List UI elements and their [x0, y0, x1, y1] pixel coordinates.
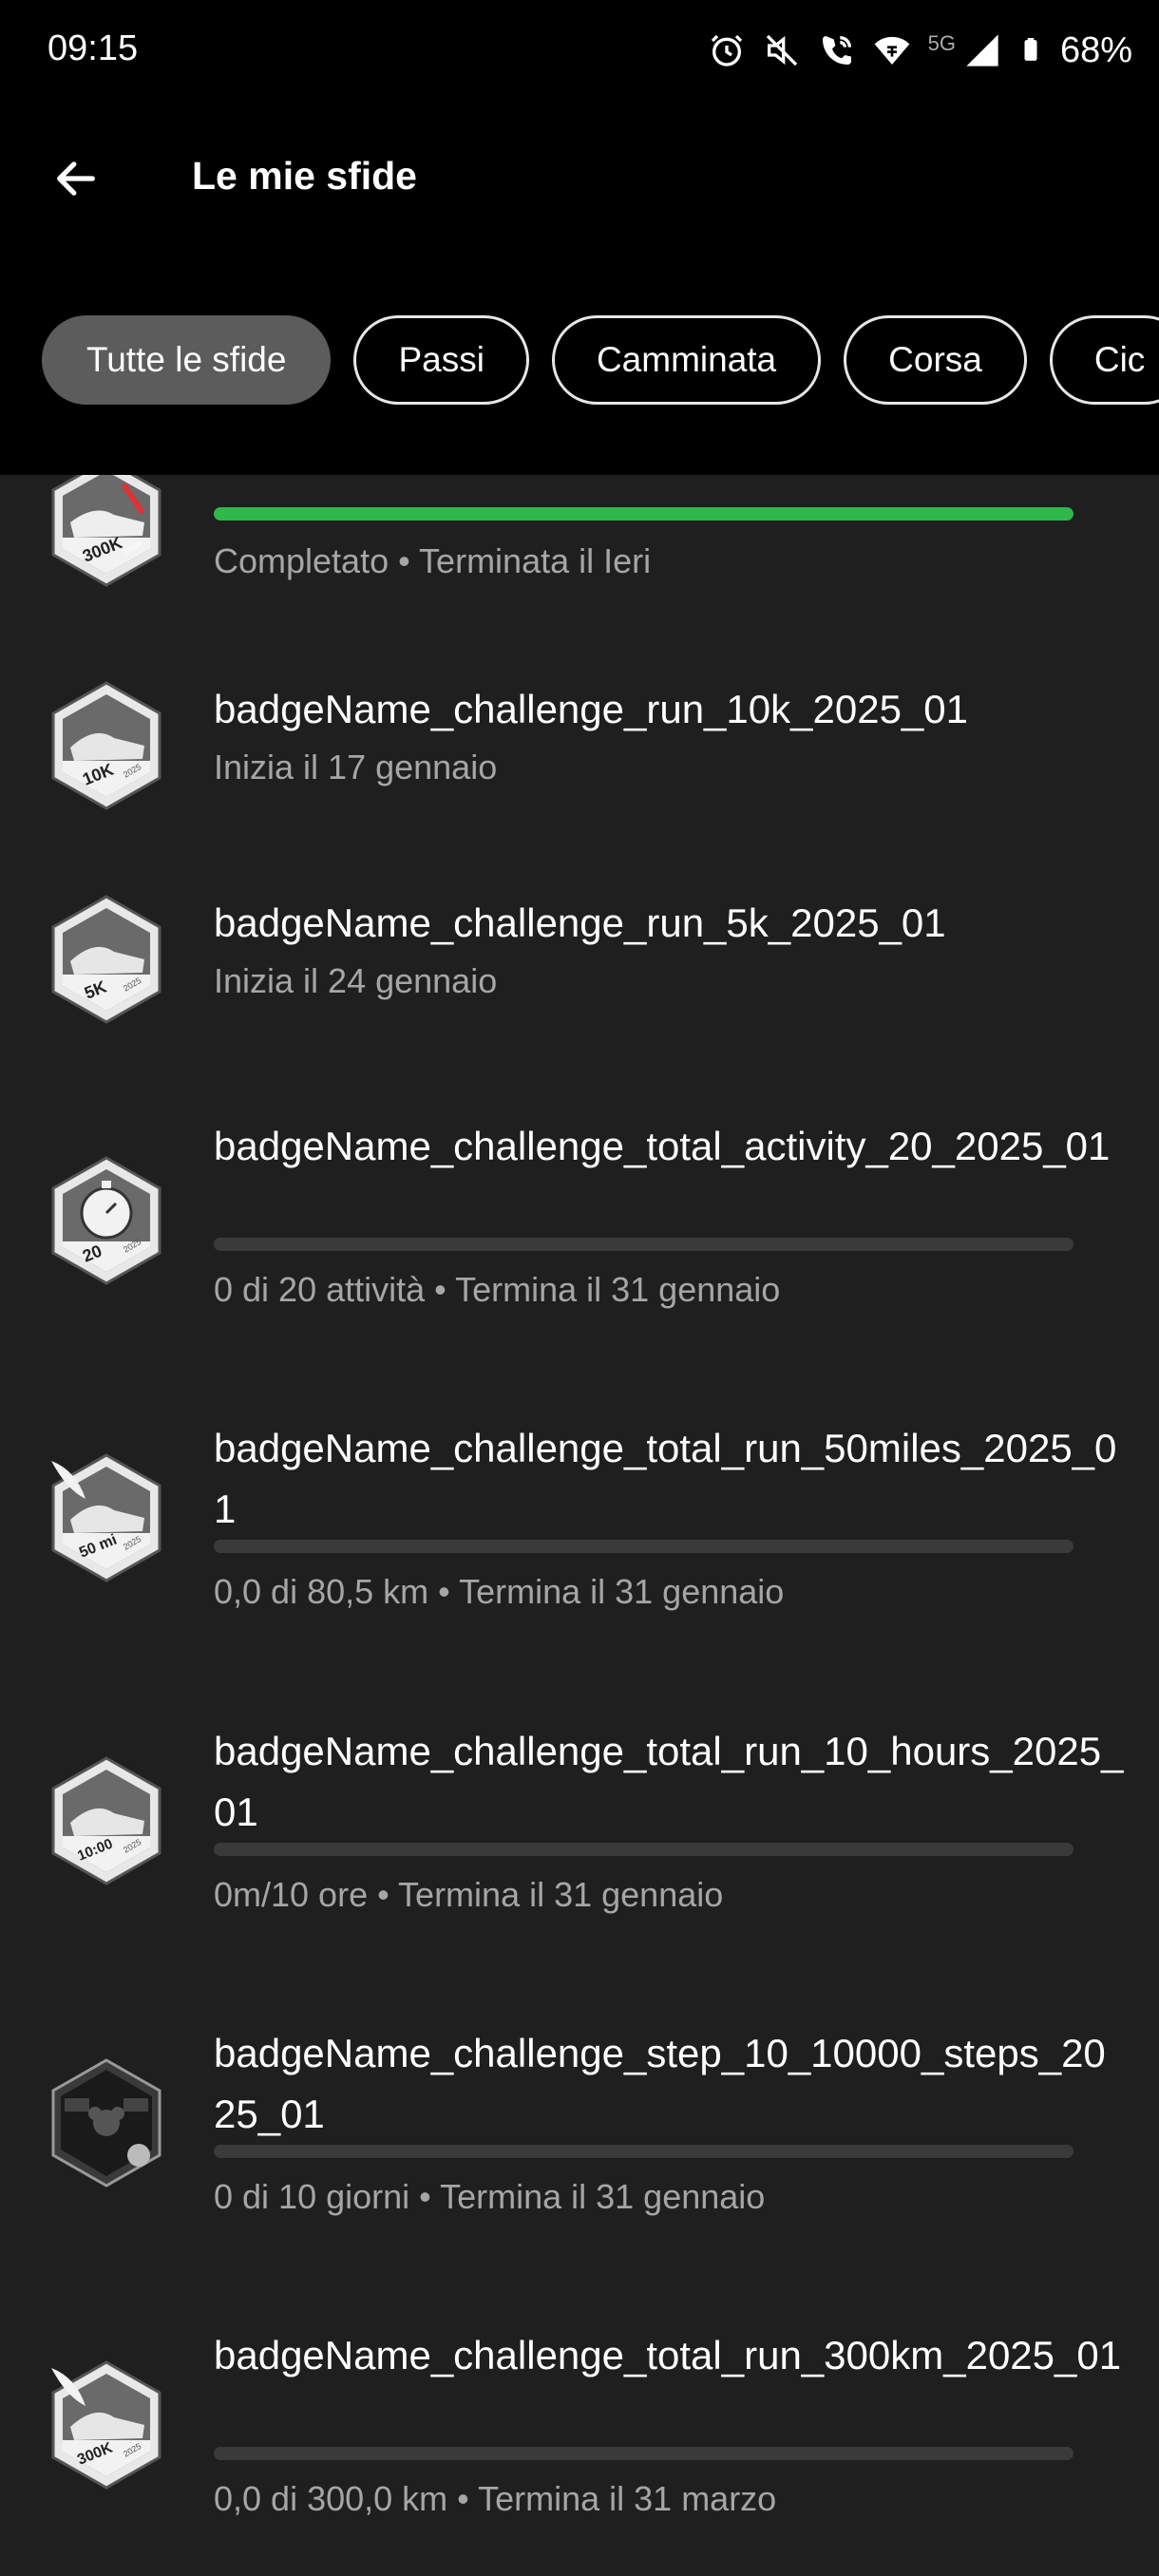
challenge-title: Corsa 2024 - Parte 4	[214, 475, 1126, 488]
wifi-icon	[874, 36, 909, 65]
challenge-title: badgeName_challenge_total_run_300km_2025…	[214, 2333, 1122, 2377]
chip-passi[interactable]: Passi	[353, 315, 529, 405]
battery-level: 68%	[1059, 29, 1132, 70]
challenge-subtitle: 0 di 20 attività • Termina il 31 gennaio	[214, 1270, 781, 1309]
challenge-item[interactable]: 10K 2025 badgeName_challenge_run_10k_202…	[0, 660, 1159, 850]
challenge-item[interactable]: 20 2025 badgeName_challenge_total_activi…	[0, 1107, 1159, 1392]
back-button[interactable]	[46, 148, 106, 209]
challenge-subtitle: Completato • Terminata il Ieri	[214, 541, 652, 580]
challenge-progress	[214, 2447, 1074, 2460]
status-bar: 09:15 5G 68%	[0, 0, 1159, 104]
challenge-title: badgeName_challenge_total_run_50miles_20…	[214, 1426, 1117, 1531]
mute-icon	[766, 34, 797, 66]
challenge-progress	[214, 507, 1074, 521]
challenge-item[interactable]: 300K 2024 Corsa 2024 - Parte 4 Completat…	[0, 475, 1159, 608]
challenge-progress	[214, 2145, 1074, 2158]
challenge-title: badgeName_challenge_run_5k_2025_01	[214, 900, 946, 945]
challenge-subtitle: Inizia il 17 gennaio	[214, 748, 498, 786]
challenge-item[interactable]: 10:00 2025 badgeName_challenge_total_run…	[0, 1712, 1159, 1997]
challenge-title: badgeName_challenge_total_activity_20_20…	[214, 1124, 1111, 1168]
challenge-title: badgeName_challenge_run_10k_2025_01	[214, 687, 969, 731]
stopwatch-badge-icon: 20 2025	[51, 1156, 162, 1285]
app-header: Le mie sfide Tutte le sfide Passi Cammin…	[0, 104, 1159, 475]
challenge-subtitle: 0,0 di 80,5 km • Termina il 31 gennaio	[214, 1572, 785, 1611]
challenge-item[interactable]: badgeName_challenge_step_10_10000_steps_…	[0, 2014, 1159, 2299]
challenge-progress	[214, 1843, 1074, 1856]
progress-fill	[214, 507, 1074, 521]
challenge-subtitle: 0 di 10 giorni • Termina il 31 gennaio	[214, 2177, 766, 2216]
battery-icon	[1024, 38, 1037, 61]
chip-ciclismo[interactable]: Cic	[1049, 315, 1159, 405]
chip-tutte-le-sfide[interactable]: Tutte le sfide	[42, 315, 332, 405]
wifi-call-icon	[822, 36, 851, 65]
challenge-progress	[214, 1238, 1074, 1251]
challenge-subtitle: Inizia il 24 gennaio	[214, 961, 498, 1000]
status-time: 09:15	[48, 28, 139, 68]
chip-camminata[interactable]: Camminata	[551, 315, 822, 405]
running-shoe-badge-icon: 5K 2025	[51, 895, 162, 1024]
signal-icon	[966, 34, 998, 66]
challenge-item[interactable]: 300K 2025 badgeName_challenge_total_run_…	[0, 2316, 1159, 2576]
winged-shoe-badge-icon: 50 mi 2025	[51, 1453, 162, 1582]
page-title: Le mie sfide	[192, 154, 417, 198]
chip-corsa[interactable]: Corsa	[844, 315, 1027, 405]
challenge-subtitle: 0m/10 ore • Termina il 31 gennaio	[214, 1875, 724, 1914]
challenge-item[interactable]: 5K 2025 badgeName_challenge_run_5k_2025_…	[0, 874, 1159, 1064]
challenge-item[interactable]: 50 mi 2025 badgeName_challenge_total_run…	[0, 1409, 1159, 1694]
challenge-progress	[214, 1540, 1074, 1553]
running-shoe-badge-icon: 10:00 2025	[51, 1756, 162, 1885]
challenge-subtitle: 0,0 di 300,0 km • Termina il 31 marzo	[214, 2479, 777, 2518]
status-icons: 5G 68%	[708, 27, 1132, 74]
alarm-icon	[711, 34, 742, 66]
disney-marvel-starwars-badge-icon	[51, 2058, 162, 2188]
filter-chips: Tutte le sfide Passi Camminata Corsa Cic	[42, 315, 1159, 405]
arrow-left-icon	[57, 161, 95, 196]
challenge-list: 300K 2024 Corsa 2024 - Parte 4 Completat…	[0, 475, 1159, 2576]
running-shoe-badge-icon: 10K 2025	[51, 681, 162, 810]
winged-shoe-badge-icon: 300K 2025	[51, 2360, 162, 2490]
running-shoe-badge-icon: 300K 2024	[51, 475, 162, 587]
network-type: 5G	[927, 31, 956, 55]
challenge-title: badgeName_challenge_total_run_10_hours_2…	[214, 1729, 1124, 1834]
challenge-title: badgeName_challenge_step_10_10000_steps_…	[214, 2031, 1106, 2136]
